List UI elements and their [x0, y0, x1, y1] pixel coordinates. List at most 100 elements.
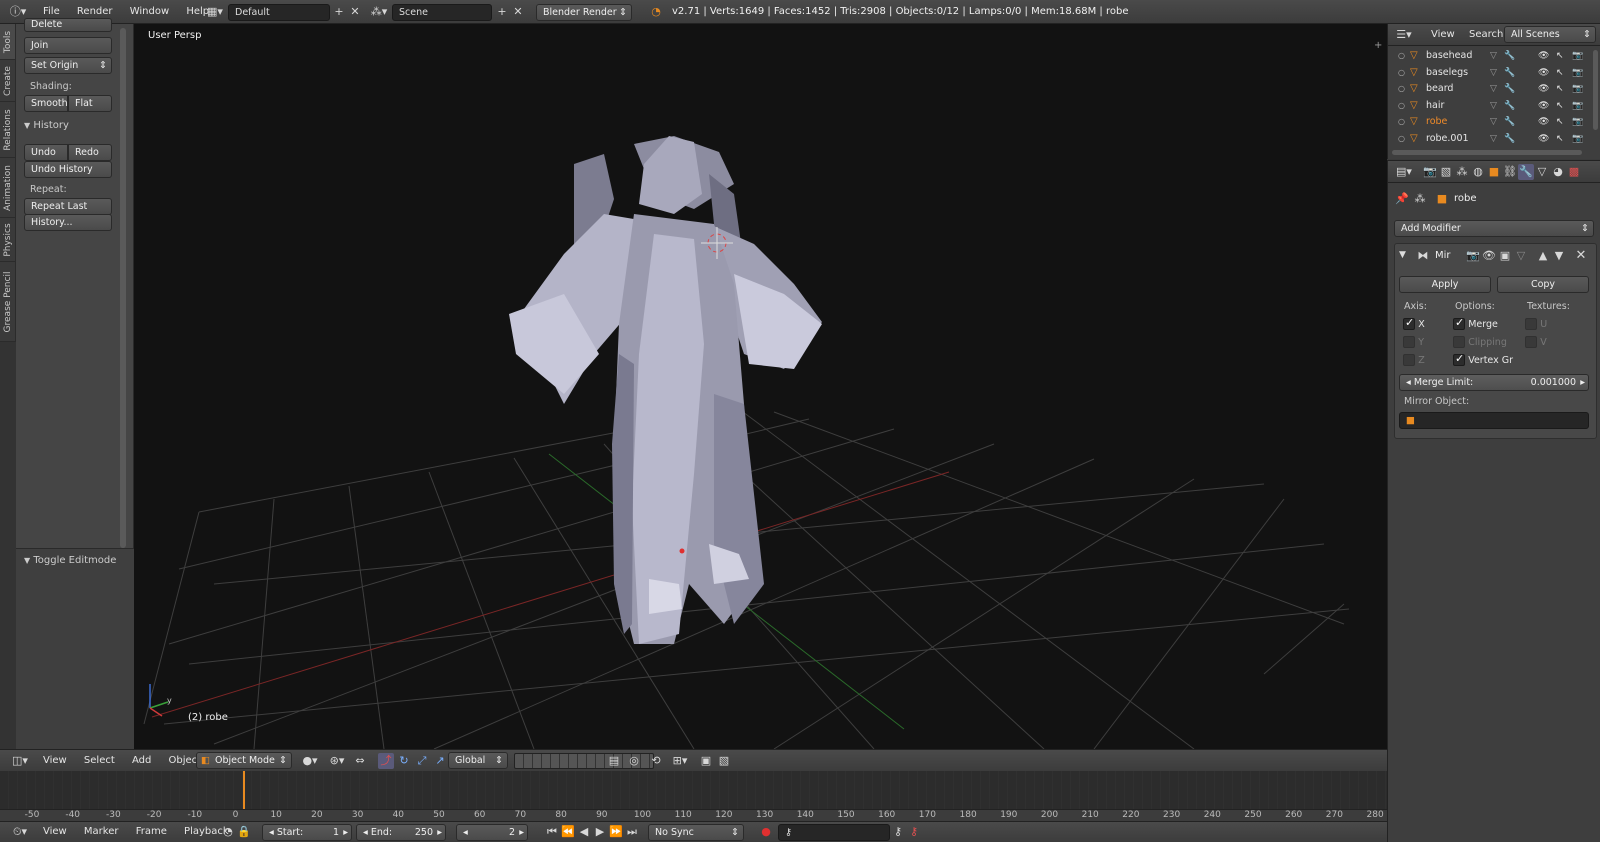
- toggle-editmode-header[interactable]: ▼ Toggle Editmode: [24, 555, 116, 566]
- current-frame-line[interactable]: [243, 771, 245, 809]
- show-viewport-icon[interactable]: 👁: [1481, 248, 1497, 264]
- outliner-item[interactable]: ○ ▽ hair ▽ 🔧 👁 ↖ 📷: [1388, 98, 1591, 114]
- snap-element-icon[interactable]: ⊞▾: [668, 753, 692, 769]
- transform-orientation-select[interactable]: Global ⇕: [448, 752, 508, 769]
- history-panel-header[interactable]: ▼ History: [24, 120, 128, 136]
- layer-lock-icon[interactable]: ▤: [606, 753, 622, 769]
- menu-view[interactable]: View: [36, 749, 74, 773]
- render-preview-icon[interactable]: ▣: [698, 753, 714, 769]
- timeline-area[interactable]: -50 -40 -30 -20 -10 0 10 20 30 40 50 60 70 80 90 100 110…: [0, 771, 1387, 821]
- clipping-checkbox[interactable]: Clipping: [1453, 336, 1507, 348]
- viewport-shading-icon[interactable]: ●▾: [298, 753, 322, 769]
- outliner-filter-select[interactable]: All Scenes ⇕: [1504, 26, 1596, 43]
- play-icon[interactable]: ▶: [592, 824, 608, 840]
- prev-keyframe-icon[interactable]: ⏪: [560, 824, 576, 840]
- scene-icon[interactable]: ⁂▾: [368, 4, 390, 20]
- object-tab-icon[interactable]: ■: [1486, 164, 1502, 180]
- tab-animation[interactable]: Animation: [0, 158, 16, 218]
- tool-shelf-scrollbar[interactable]: [120, 28, 126, 548]
- texture-v-checkbox[interactable]: V: [1525, 336, 1547, 348]
- outliner-item[interactable]: ○ ▽ baselegs ▽ 🔧 👁 ↖ 📷: [1388, 65, 1591, 81]
- outliner-item[interactable]: ○ ▽ beard ▽ 🔧 👁 ↖ 📷: [1388, 81, 1591, 97]
- menu-view[interactable]: View: [1424, 23, 1462, 47]
- visibility-eye-icon[interactable]: 👁: [1538, 114, 1549, 130]
- jump-start-icon[interactable]: ⏮: [544, 824, 560, 840]
- join-button[interactable]: Join: [24, 37, 112, 54]
- outliner-hscrollbar[interactable]: [1392, 150, 1582, 155]
- data-tab-icon[interactable]: ▽: [1534, 164, 1550, 180]
- add-modifier-select[interactable]: Add Modifier ⇕: [1394, 220, 1594, 237]
- material-tab-icon[interactable]: ◕: [1550, 164, 1566, 180]
- visibility-eye-icon[interactable]: 👁: [1538, 131, 1549, 147]
- renderability-camera-icon[interactable]: 📷: [1572, 48, 1583, 64]
- scene-name-field[interactable]: Scene: [392, 4, 492, 21]
- collapse-triangle-icon[interactable]: ▼: [1399, 250, 1406, 260]
- insert-keyframe-icon[interactable]: ⚷: [890, 824, 906, 840]
- end-frame-field[interactable]: ◂ End: 250 ▸: [356, 824, 446, 841]
- add-scene-icon[interactable]: +: [494, 4, 510, 20]
- selectability-cursor-icon[interactable]: ↖: [1556, 48, 1564, 64]
- outliner-vscrollbar[interactable]: [1593, 50, 1598, 130]
- scale-manipulator-icon[interactable]: ⤢: [414, 753, 430, 769]
- texture-tab-icon[interactable]: ▩: [1566, 164, 1582, 180]
- opengl-render-icon[interactable]: ▧: [716, 753, 732, 769]
- set-origin-button[interactable]: Set Origin ⇕: [24, 57, 112, 74]
- view3d-editor-icon[interactable]: ◫▾: [8, 753, 32, 769]
- history-dots-button[interactable]: History...: [24, 214, 112, 231]
- repeat-last-button[interactable]: Repeat Last: [24, 198, 112, 215]
- visibility-eye-icon[interactable]: 👁: [1538, 48, 1549, 64]
- mirror-object-field[interactable]: ■: [1399, 412, 1589, 429]
- tab-create[interactable]: Create: [0, 60, 16, 102]
- axis-z-checkbox[interactable]: Z: [1403, 354, 1425, 366]
- renderability-camera-icon[interactable]: 📷: [1572, 65, 1583, 81]
- show-cage-icon[interactable]: ▽: [1513, 248, 1529, 264]
- renderability-camera-icon[interactable]: 📷: [1572, 98, 1583, 114]
- visibility-eye-icon[interactable]: 👁: [1538, 81, 1549, 97]
- copy-button[interactable]: Copy: [1497, 276, 1589, 293]
- remove-modifier-icon[interactable]: ✕: [1573, 248, 1589, 264]
- next-keyframe-icon[interactable]: ⏩: [608, 824, 624, 840]
- renderability-camera-icon[interactable]: 📷: [1572, 114, 1583, 130]
- show-editmode-icon[interactable]: ▣: [1497, 248, 1513, 264]
- lock-icon[interactable]: 🔒: [236, 824, 252, 840]
- tab-physics[interactable]: Physics: [0, 218, 16, 262]
- outliner-item[interactable]: ○ ▽ basehead ▽ 🔧 👁 ↖ 📷: [1388, 48, 1591, 64]
- selectability-cursor-icon[interactable]: ↖: [1556, 98, 1564, 114]
- rotate-manipulator-icon[interactable]: ↻: [396, 753, 412, 769]
- render-engine-select[interactable]: Blender Render ⇕: [536, 4, 632, 21]
- viewport-3d[interactable]: y User Persp (2) robe +: [134, 24, 1387, 749]
- selectability-cursor-icon[interactable]: ↖: [1556, 114, 1564, 130]
- selectability-cursor-icon[interactable]: ↖: [1556, 65, 1564, 81]
- apply-button[interactable]: Apply: [1399, 276, 1491, 293]
- remove-layout-icon[interactable]: ✕: [347, 4, 363, 20]
- constraints-tab-icon[interactable]: ⛓: [1502, 164, 1518, 180]
- modifier-name-field[interactable]: Mir: [1435, 250, 1451, 261]
- delete-button[interactable]: Delete: [24, 18, 112, 32]
- show-render-icon[interactable]: 📷: [1465, 248, 1481, 264]
- timeline-editor-icon[interactable]: ⏲▾: [8, 824, 32, 840]
- world-tab-icon[interactable]: ◍: [1470, 164, 1486, 180]
- move-up-icon[interactable]: ▲: [1535, 248, 1551, 264]
- redo-button[interactable]: Redo: [68, 144, 112, 161]
- translate-manipulator-icon[interactable]: ⤴: [378, 753, 394, 769]
- renderability-camera-icon[interactable]: 📷: [1572, 131, 1583, 147]
- outliner-editor-icon[interactable]: ☰▾: [1392, 27, 1416, 43]
- renderability-camera-icon[interactable]: 📷: [1572, 81, 1583, 97]
- move-down-icon[interactable]: ▼: [1551, 248, 1567, 264]
- jump-end-icon[interactable]: ⏭: [624, 824, 640, 840]
- properties-editor-icon[interactable]: ▤▾: [1392, 164, 1416, 180]
- tab-grease-pencil[interactable]: Grease Pencil: [0, 262, 16, 342]
- delete-keyframe-icon[interactable]: ⚷: [906, 824, 922, 840]
- selectability-cursor-icon[interactable]: ↖: [1556, 131, 1564, 147]
- scene-tab-icon[interactable]: ⁂: [1454, 164, 1470, 180]
- menu-add[interactable]: Add: [125, 749, 158, 773]
- keying-set-field[interactable]: ⚷: [778, 824, 890, 841]
- menu-marker[interactable]: Marker: [77, 820, 126, 842]
- merge-limit-field[interactable]: ◂ Merge Limit: 0.001000 ▸: [1399, 374, 1589, 391]
- render-tab-icon[interactable]: 📷: [1422, 164, 1438, 180]
- remove-scene-icon[interactable]: ✕: [510, 4, 526, 20]
- selectability-cursor-icon[interactable]: ↖: [1556, 81, 1564, 97]
- menu-window[interactable]: Window: [123, 0, 176, 24]
- pivot-point-icon[interactable]: ⊛▾: [326, 753, 348, 769]
- axis-y-checkbox[interactable]: Y: [1403, 336, 1424, 348]
